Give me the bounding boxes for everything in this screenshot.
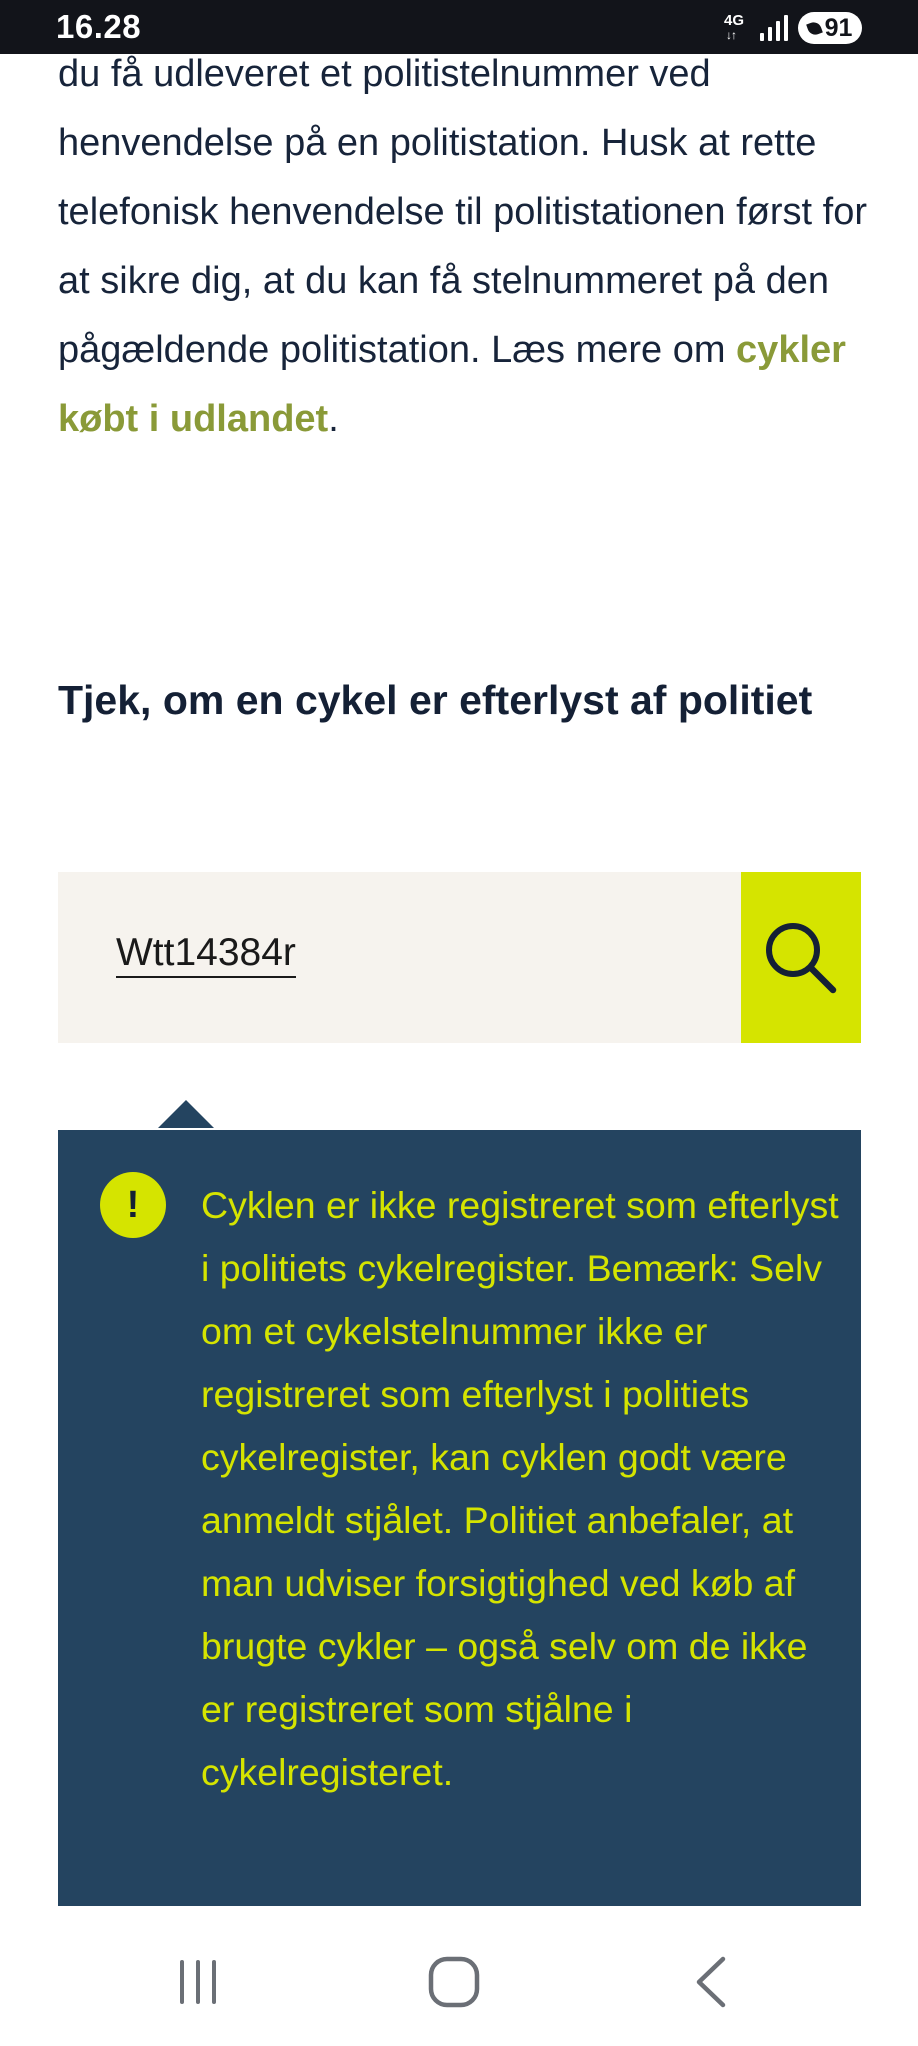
exclamation-icon: ! — [100, 1172, 166, 1238]
search-button[interactable] — [741, 872, 861, 1043]
battery-level: 91 — [824, 13, 853, 42]
back-icon — [696, 1956, 726, 2008]
recent-apps-button[interactable] — [158, 1942, 238, 2022]
section-heading: Tjek, om en cykel er efterlyst af politi… — [58, 677, 813, 723]
alert-message: Cyklen er ikke registreret som efterlyst… — [201, 1184, 839, 1793]
page: 16.28 4G ↓↑ 91 du få udleveret et politi… — [0, 0, 918, 2046]
signal-icon — [760, 15, 788, 41]
search-icon — [766, 922, 837, 993]
search-result-alert: ! Cyklen er ikke registreret som efterly… — [58, 1130, 861, 1906]
navigation-bar — [0, 1906, 918, 2046]
home-icon — [428, 1956, 480, 2008]
network-label: 4G — [724, 12, 745, 29]
back-button[interactable] — [672, 1942, 752, 2022]
intro-text: du få udleveret et politistelnummer ved … — [58, 53, 867, 371]
alert-pointer — [158, 1100, 214, 1128]
power-saving-icon — [805, 19, 823, 37]
intro-paragraph: du få udleveret et politistelnummer ved … — [58, 40, 868, 454]
intro-text-end: . — [328, 398, 339, 440]
recent-apps-icon — [180, 1960, 216, 2004]
frame-number-search-field[interactable]: Wtt14384r — [58, 872, 741, 1043]
home-button[interactable] — [414, 1942, 494, 2022]
search-input-value[interactable]: Wtt14384r — [116, 932, 296, 978]
